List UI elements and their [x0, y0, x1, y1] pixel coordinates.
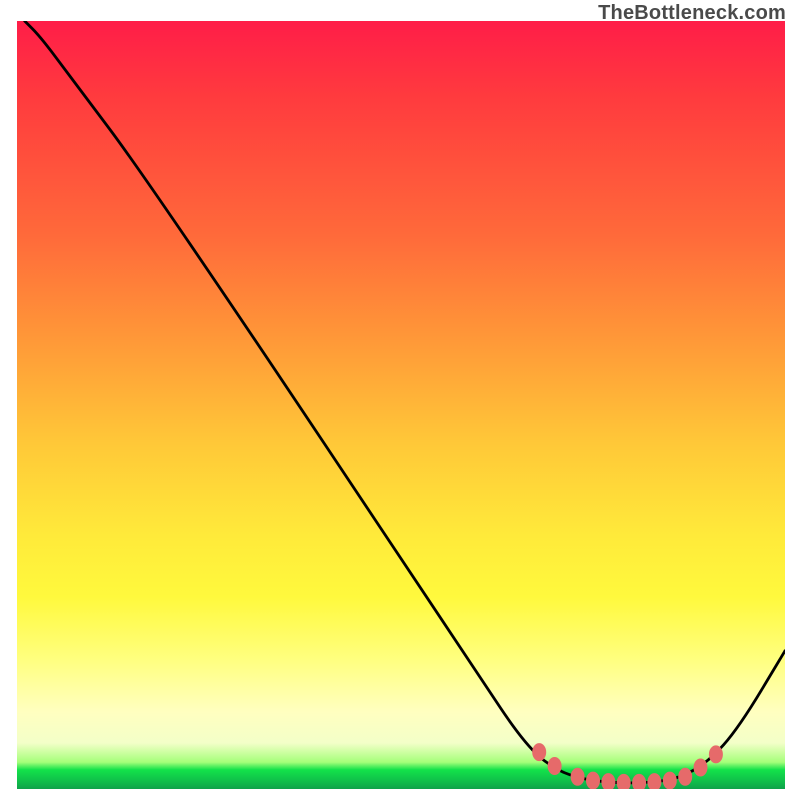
- marker-dot: [617, 774, 631, 789]
- marker-dot: [601, 773, 615, 789]
- marker-dot: [678, 768, 692, 786]
- marker-dot: [647, 773, 661, 789]
- bottleneck-curve: [25, 21, 785, 783]
- marker-dot: [663, 772, 677, 789]
- chart-svg: [17, 21, 785, 789]
- bottleneck-chart: TheBottleneck.com: [0, 0, 800, 800]
- marker-dot: [632, 774, 646, 789]
- marker-dot: [694, 759, 708, 777]
- marker-dot: [586, 772, 600, 789]
- marker-dot: [571, 768, 585, 786]
- marker-dot: [709, 745, 723, 763]
- optimal-markers: [532, 743, 723, 789]
- marker-dot: [532, 743, 546, 761]
- plot-area: [16, 20, 786, 790]
- marker-dot: [548, 757, 562, 775]
